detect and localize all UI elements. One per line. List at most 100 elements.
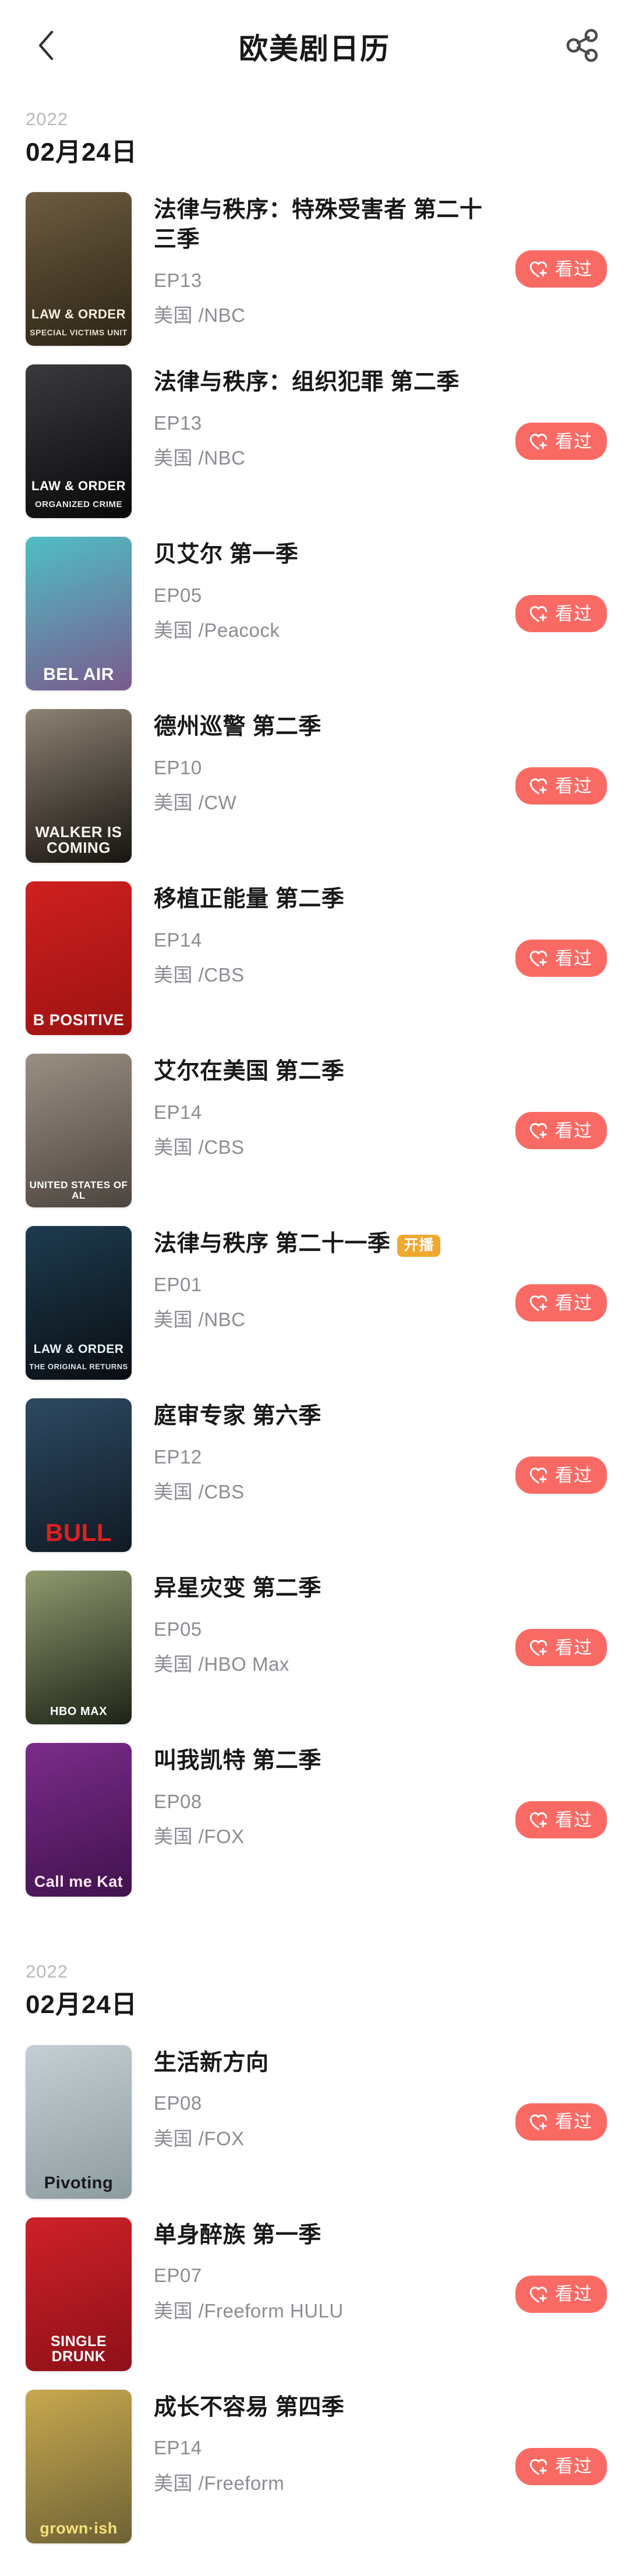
show-poster[interactable]: LAW & ORDER THE ORIGINAL RETURNS — [26, 1226, 132, 1380]
watched-button-label: 看过 — [555, 2284, 592, 2305]
show-episode: EP12 — [154, 1446, 202, 1468]
poster-artwork: B POSITIVE — [26, 881, 132, 1035]
show-episode: EP13 — [154, 269, 202, 291]
calendar-content: 2022 02月24日 LAW & ORDER SPECIAL VICTIMS U… — [0, 93, 629, 2576]
show-info: 法律与秩序 第二十一季 开播 EP01 美国 /NBC — [132, 1226, 505, 1331]
watched-button[interactable]: 看过 — [515, 423, 607, 460]
show-list-item[interactable]: B POSITIVE 移植正能量 第二季 EP14 美国 /CBS 看过 — [0, 872, 629, 1045]
heart-plus-icon — [527, 2111, 549, 2133]
share-button[interactable] — [561, 26, 603, 68]
show-episode: EP05 — [154, 584, 202, 607]
heart-plus-icon — [527, 1464, 549, 1486]
watched-button[interactable]: 看过 — [515, 2103, 607, 2141]
show-list-item[interactable]: BEL AIR 贝艾尔 第一季 EP05 美国 /Peacock 看过 — [0, 527, 629, 700]
show-list-item[interactable]: HBO MAX 异星灾变 第二季 EP05 美国 /HBO Max 看过 — [0, 1561, 629, 1734]
show-action: 看过 — [505, 2103, 607, 2141]
show-country-network: 美国 /NBC — [154, 1309, 246, 1331]
watched-button[interactable]: 看过 — [515, 767, 607, 805]
share-nodes-icon — [564, 27, 600, 66]
show-title: 成长不容易 第四季 — [154, 2394, 345, 2420]
show-poster[interactable]: SINGLE DRUNK — [26, 2217, 132, 2371]
show-title: 德州巡警 第二季 — [154, 714, 321, 740]
show-list-item[interactable]: grown·ish 成长不容易 第四季 EP14 美国 /Freeform 看过 — [0, 2380, 629, 2553]
show-title-line: 生活新方向 — [154, 2049, 505, 2078]
show-country-network: 美国 /Freeform — [154, 2472, 285, 2494]
show-poster[interactable]: BULL — [26, 1398, 132, 1553]
show-poster[interactable]: LAW & ORDER ORGANIZED CRIME — [26, 364, 132, 519]
show-info: 庭审专家 第六季 EP12 美国 /CBS — [132, 1398, 505, 1504]
show-title: 法律与秩序：特殊受害者 第二十三季 — [154, 197, 483, 253]
watched-button[interactable]: 看过 — [515, 1801, 607, 1839]
poster-caption: Pivoting — [44, 2173, 114, 2192]
poster-subtitle: SPECIAL VICTIMS UNIT — [30, 327, 128, 337]
heart-plus-icon — [527, 258, 549, 280]
watched-button[interactable]: 看过 — [515, 1284, 607, 1322]
show-poster[interactable]: LAW & ORDER SPECIAL VICTIMS UNIT — [26, 192, 132, 346]
poster-subtitle: ORGANIZED CRIME — [35, 499, 122, 509]
show-poster[interactable]: WALKER IS COMING — [26, 709, 132, 863]
show-country-network: 美国 /Freeform HULU — [154, 2299, 344, 2322]
show-list-item[interactable]: LAW & ORDER SPECIAL VICTIMS UNIT 法律与秩序：特… — [0, 183, 629, 356]
app-header: 欧美剧日历 — [0, 0, 629, 93]
show-list-item[interactable]: BULL 庭审专家 第六季 EP12 美国 /CBS 看过 — [0, 1389, 629, 1562]
show-action: 看过 — [505, 1284, 607, 1322]
heart-plus-icon — [527, 947, 549, 969]
watched-button[interactable]: 看过 — [515, 940, 607, 977]
show-poster[interactable]: grown·ish — [26, 2389, 132, 2543]
show-poster[interactable]: BEL AIR — [26, 537, 132, 691]
show-list-item[interactable]: SINGLE DRUNK 单身醉族 第一季 EP07 美国 /Freeform … — [0, 2208, 629, 2380]
poster-caption: B POSITIVE — [33, 1011, 125, 1029]
show-poster[interactable]: Pivoting — [26, 2044, 132, 2199]
show-list-item[interactable]: UNITED STATES OF AL 艾尔在美国 第二季 EP14 美国 /C… — [0, 1044, 629, 1217]
show-episode: EP05 — [154, 1618, 202, 1640]
show-list: Pivoting 生活新方向 EP08 美国 /FOX 看过 SINGLE DR… — [0, 2035, 629, 2576]
heart-plus-icon — [527, 1119, 549, 1142]
show-title: 叫我凯特 第二季 — [154, 1748, 321, 1774]
poster-artwork: BULL — [26, 1398, 132, 1552]
date-year: 2022 — [26, 1961, 68, 1982]
show-episode: EP14 — [154, 2437, 202, 2459]
poster-caption: Call me Kat — [34, 1873, 123, 1891]
show-title-line: 贝艾尔 第一季 — [154, 540, 505, 570]
show-episode: EP10 — [154, 757, 202, 779]
watched-button[interactable]: 看过 — [515, 2275, 607, 2313]
watched-button-label: 看过 — [555, 1120, 592, 1141]
watched-button-label: 看过 — [555, 1465, 592, 1486]
watched-button[interactable]: 看过 — [515, 1629, 607, 1667]
show-info: 移植正能量 第二季 EP14 美国 /CBS — [132, 881, 505, 987]
show-poster[interactable]: Call me Kat — [26, 1743, 132, 1897]
show-list-item[interactable]: LAW & ORDER THE ORIGINAL RETURNS 法律与秩序 第… — [0, 1217, 629, 1390]
show-country-network: 美国 /NBC — [154, 447, 246, 469]
watched-button-label: 看过 — [555, 431, 592, 452]
poster-artwork: Pivoting — [26, 2045, 132, 2199]
show-poster[interactable]: B POSITIVE — [26, 881, 132, 1036]
watched-button[interactable]: 看过 — [515, 1457, 607, 1494]
show-list-item[interactable]: LAW & ORDER ORGANIZED CRIME 法律与秩序：组织犯罪 第… — [0, 355, 629, 528]
show-poster[interactable]: UNITED STATES OF AL — [26, 1054, 132, 1208]
show-country-network: 美国 /Peacock — [154, 619, 280, 642]
heart-plus-icon — [527, 1636, 549, 1659]
watched-button[interactable]: 看过 — [515, 250, 607, 288]
watched-button-label: 看过 — [555, 1809, 592, 1830]
show-list-item[interactable]: Call me Kat 叫我凯特 第二季 EP08 美国 /FOX 看过 — [0, 1734, 629, 1907]
show-poster[interactable]: HBO MAX — [26, 1571, 132, 1725]
watched-button[interactable]: 看过 — [515, 595, 607, 633]
show-action: 看过 — [505, 1629, 607, 1667]
watched-button[interactable]: 看过 — [515, 2447, 607, 2485]
show-country-network: 美国 /CBS — [154, 964, 245, 986]
poster-caption: LAW & ORDER — [31, 478, 126, 493]
show-action: 看过 — [505, 1801, 607, 1839]
date-year: 2022 — [26, 109, 68, 129]
show-country-network: 美国 /FOX — [154, 1826, 245, 1848]
show-info: 生活新方向 EP08 美国 /FOX — [132, 2045, 505, 2150]
watched-button[interactable]: 看过 — [515, 1112, 607, 1150]
show-list-item[interactable]: WALKER IS COMING 德州巡警 第二季 EP10 美国 /CW 看过 — [0, 700, 629, 873]
back-button[interactable] — [26, 26, 66, 67]
show-title-line: 庭审专家 第六季 — [154, 1402, 505, 1431]
show-list-item[interactable]: Pivoting 生活新方向 EP08 美国 /FOX 看过 — [0, 2035, 629, 2208]
premiere-badge: 开播 — [397, 1234, 441, 1257]
show-title: 异星灾变 第二季 — [154, 1576, 321, 1601]
date-day: 02月24日 — [26, 137, 137, 166]
show-country-network: 美国 /CBS — [154, 1136, 245, 1158]
watched-button-label: 看过 — [555, 1637, 592, 1658]
